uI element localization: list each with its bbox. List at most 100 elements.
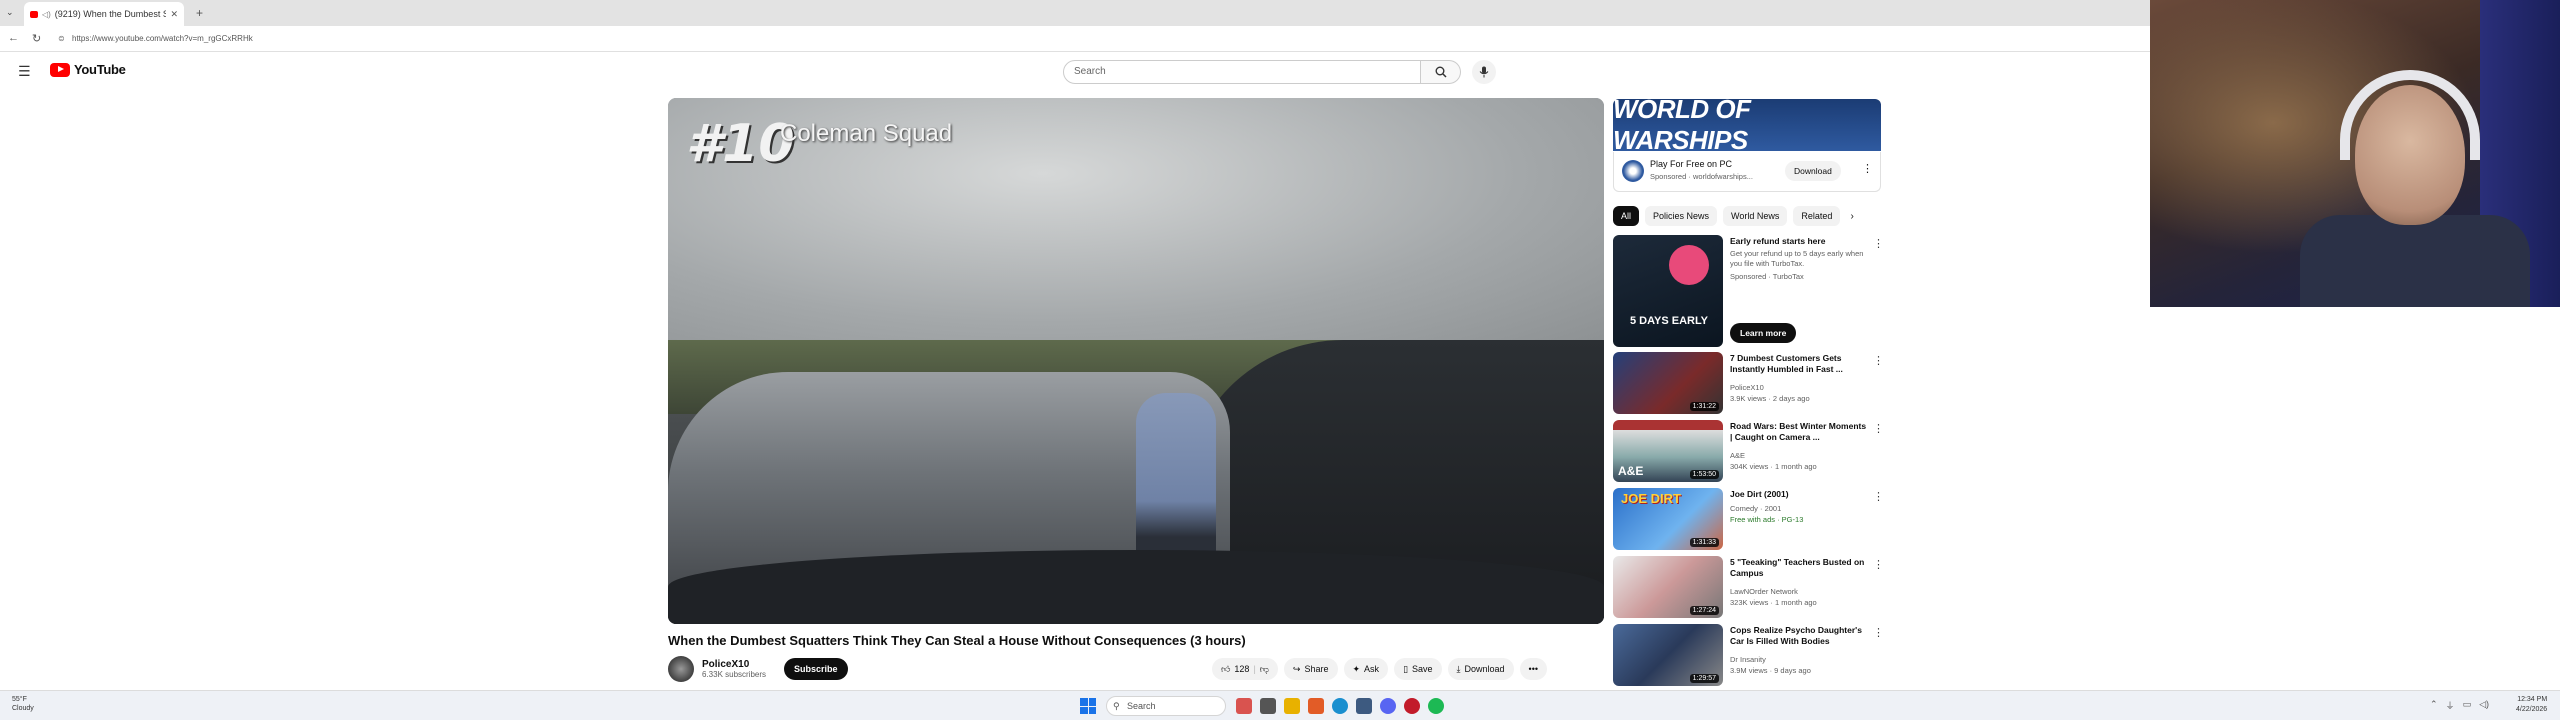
taskbar-search-label: Search: [1127, 701, 1156, 711]
ad-brand-avatar[interactable]: [1622, 160, 1644, 182]
rec-title[interactable]: Joe Dirt (2001): [1730, 489, 1868, 500]
rec-title[interactable]: 7 Dumbest Customers Gets Instantly Humbl…: [1730, 353, 1868, 375]
rec-kebab-icon[interactable]: ⋮: [1873, 422, 1884, 435]
browser-tab[interactable]: ◁) (9219) When the Dumbest Sq... ✕: [24, 2, 184, 26]
weather-widget[interactable]: 55°F Cloudy: [12, 695, 34, 713]
taskbar-search[interactable]: ⚲ Search: [1106, 696, 1226, 716]
sponsored-thumbnail[interactable]: 5 DAYS EARLY: [1613, 235, 1723, 347]
tray-overflow-icon[interactable]: ⌃: [2430, 699, 2438, 712]
clock-date: 4/22/2026: [2516, 706, 2548, 713]
rec-channel[interactable]: PoliceX10: [1730, 383, 1764, 393]
rec-kebab-icon[interactable]: ⋮: [1873, 237, 1884, 250]
share-button[interactable]: ↪ Share: [1283, 658, 1338, 680]
ad-download-button[interactable]: Download: [1785, 161, 1841, 181]
edge-icon[interactable]: [1332, 698, 1348, 714]
rec-channel[interactable]: A&E: [1730, 451, 1745, 461]
reload-icon[interactable]: ↻: [32, 32, 41, 45]
start-button[interactable]: [1080, 698, 1096, 714]
sponsored-recommendation[interactable]: 5 DAYS EARLY Early refund starts here Ge…: [1613, 235, 1884, 347]
rec-thumbnail[interactable]: 1:27:24: [1613, 556, 1723, 618]
network-icon[interactable]: ▭: [2463, 699, 2472, 712]
video-actions: 👍︎ 128 | 👎︎ ↪ Share ✦ Ask ▯ Save ⤓ Downl…: [1212, 658, 1547, 680]
like-divider: |: [1253, 664, 1256, 674]
thumbs-down-icon[interactable]: 👎︎: [1260, 664, 1269, 675]
download-button[interactable]: ⤓ Download: [1447, 658, 1514, 680]
rec-thumbnail[interactable]: 1:31:22: [1613, 352, 1723, 414]
recommendation-item[interactable]: A&E 1:53:50 Road Wars: Best Winter Momen…: [1613, 420, 1884, 484]
rec-thumbnail[interactable]: 1:29:57: [1613, 624, 1723, 686]
chip-policies-news[interactable]: Policies News: [1645, 206, 1718, 226]
ad-banner[interactable]: WORLD OF WARSHIPS: [1613, 94, 1881, 155]
firefox-icon[interactable]: [1308, 698, 1324, 714]
ask-button[interactable]: ✦ Ask: [1343, 658, 1389, 680]
chip-all[interactable]: All: [1613, 206, 1640, 226]
youtube-logo[interactable]: YouTube: [50, 62, 126, 77]
recommendation-item[interactable]: 1:27:24 5 "Teeaking" Teachers Busted on …: [1613, 556, 1884, 620]
search-icon: ⚲: [1113, 701, 1120, 711]
site-info-icon[interactable]: ⊜: [58, 31, 65, 47]
rec-title[interactable]: 5 "Teeaking" Teachers Busted on Campus: [1730, 557, 1868, 579]
chip-related[interactable]: Related: [1793, 206, 1841, 226]
recommendation-item[interactable]: 1:31:22 7 Dumbest Customers Gets Instant…: [1613, 352, 1884, 416]
url-text: https://www.youtube.com/watch?v=m_rgGCxR…: [72, 34, 253, 43]
menu-icon[interactable]: ☰: [18, 63, 31, 80]
terminal-icon[interactable]: [1356, 698, 1372, 714]
volume-icon[interactable]: ◁): [2479, 699, 2489, 712]
tab-title: (9219) When the Dumbest Sq...: [54, 9, 167, 19]
subscribe-button[interactable]: Subscribe: [784, 658, 848, 680]
file-explorer-icon[interactable]: [1284, 698, 1300, 714]
rec-title[interactable]: Cops Realize Psycho Daughter's Car Is Fi…: [1730, 625, 1868, 647]
browser-tab-strip: ⌄ ◁) (9219) When the Dumbest Sq... ✕ +: [0, 0, 2150, 26]
discord-icon[interactable]: [1380, 698, 1396, 714]
channel-info: PoliceX10 6.33K subscribers: [702, 659, 766, 679]
clock-time: 12:34 PM: [2517, 696, 2548, 703]
video-title: When the Dumbest Squatters Think They Ca…: [668, 633, 1246, 648]
rec-channel[interactable]: Dr Insanity: [1730, 655, 1766, 665]
save-button[interactable]: ▯ Save: [1394, 658, 1442, 680]
subscriber-count: 6.33K subscribers: [702, 670, 767, 679]
app-icon-red[interactable]: [1404, 698, 1420, 714]
tab-list-chevron-icon[interactable]: ⌄: [6, 7, 14, 18]
rec-kebab-icon[interactable]: ⋮: [1873, 490, 1884, 503]
channel-name[interactable]: PoliceX10: [702, 659, 766, 670]
windows-logo-tile: [1080, 698, 1088, 706]
recommendation-item[interactable]: 1:29:57 Cops Realize Psycho Daughter's C…: [1613, 624, 1884, 688]
back-icon[interactable]: ←: [8, 32, 19, 44]
recommendation-item[interactable]: JOE DIRT 1:31:33 Joe Dirt (2001) Comedy …: [1613, 488, 1884, 552]
rec-kebab-icon[interactable]: ⋮: [1873, 354, 1884, 367]
microphone-icon: [1479, 66, 1489, 78]
task-view-icon[interactable]: [1260, 698, 1276, 714]
weather-temp: 55°F: [12, 696, 27, 703]
search-input[interactable]: Search: [1063, 60, 1421, 84]
windows-logo-tile: [1088, 698, 1096, 706]
learn-more-button[interactable]: Learn more: [1730, 323, 1797, 343]
speaker-icon[interactable]: ◁): [42, 10, 51, 19]
rec-thumbnail[interactable]: A&E 1:53:50: [1613, 420, 1723, 482]
url-field[interactable]: ⊜ https://www.youtube.com/watch?v=m_rgGC…: [54, 31, 2134, 47]
usb-icon[interactable]: ⏚: [2446, 699, 2455, 712]
more-actions-button[interactable]: •••: [1519, 658, 1547, 680]
like-button[interactable]: 👍︎ 128 | 👎︎: [1212, 658, 1278, 680]
close-tab-icon[interactable]: ✕: [170, 9, 178, 20]
rec-thumbnail[interactable]: JOE DIRT 1:31:33: [1613, 488, 1723, 550]
taskbar-app-icon[interactable]: [1236, 698, 1252, 714]
rec-title[interactable]: Early refund starts here: [1730, 236, 1868, 247]
video-overlay-name: Coleman Squad: [780, 120, 953, 147]
rec-duration: 1:31:33: [1689, 538, 1719, 547]
chips-next-icon[interactable]: ›: [1850, 211, 1853, 222]
voice-search-button[interactable]: [1472, 60, 1496, 84]
chip-world-news[interactable]: World News: [1723, 206, 1788, 226]
rec-kebab-icon[interactable]: ⋮: [1873, 558, 1884, 571]
ad-kebab-icon[interactable]: ⋮: [1862, 162, 1873, 175]
video-player[interactable]: #10 Coleman Squad: [668, 98, 1604, 624]
clock[interactable]: 12:34 PM 4/22/2026: [2516, 695, 2547, 715]
rec-channel[interactable]: LawNOrder Network: [1730, 587, 1798, 597]
download-icon: ⤓: [1456, 663, 1461, 674]
search-button[interactable]: [1421, 60, 1461, 84]
sponsored-thumb-text: 5 DAYS EARLY: [1629, 315, 1709, 327]
spotify-icon[interactable]: [1428, 698, 1444, 714]
channel-avatar[interactable]: [668, 656, 694, 682]
rec-kebab-icon[interactable]: ⋮: [1873, 626, 1884, 639]
rec-title[interactable]: Road Wars: Best Winter Moments | Caught …: [1730, 421, 1868, 443]
new-tab-icon[interactable]: +: [196, 6, 203, 20]
